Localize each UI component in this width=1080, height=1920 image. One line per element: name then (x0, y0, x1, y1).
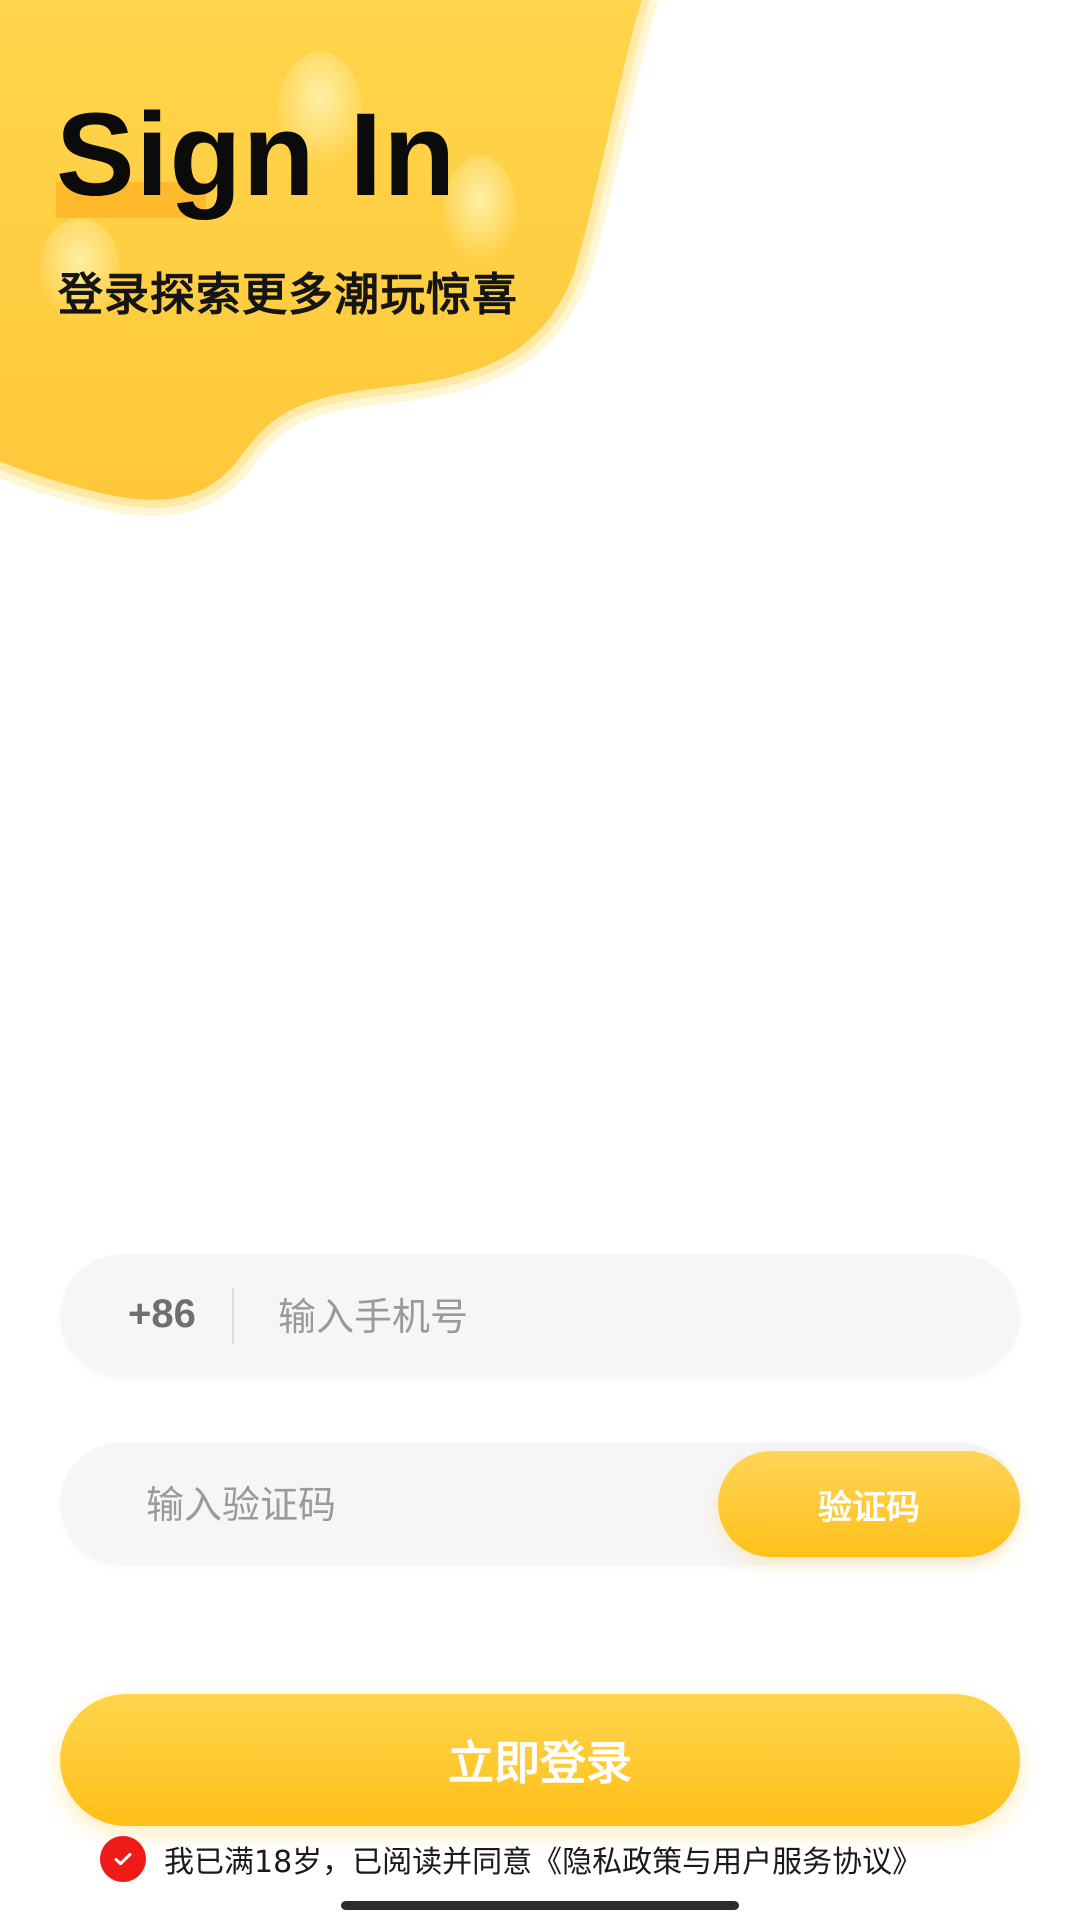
get-code-button[interactable]: 验证码 (718, 1451, 1020, 1557)
verification-code-field[interactable]: 验证码 (60, 1442, 1020, 1566)
phone-field[interactable]: +86 (60, 1254, 1020, 1378)
home-indicator (341, 1901, 739, 1910)
country-code-divider (232, 1288, 234, 1344)
agreement-text[interactable]: 我已满18岁，已阅读并同意《隐私政策与用户服务协议》 (164, 1837, 922, 1881)
country-code[interactable]: +86 (128, 1292, 196, 1337)
checkmark-icon (114, 1853, 132, 1866)
page-subtitle: 登录探索更多潮玩惊喜 (58, 268, 519, 321)
login-button[interactable]: 立即登录 (60, 1694, 1020, 1826)
verification-code-input[interactable] (144, 1468, 708, 1542)
phone-input[interactable] (276, 1280, 960, 1354)
agreement-checkbox[interactable] (100, 1836, 146, 1882)
page-title: Sign In (56, 89, 457, 221)
agreement-row: 我已满18岁，已阅读并同意《隐私政策与用户服务协议》 (100, 1836, 922, 1882)
